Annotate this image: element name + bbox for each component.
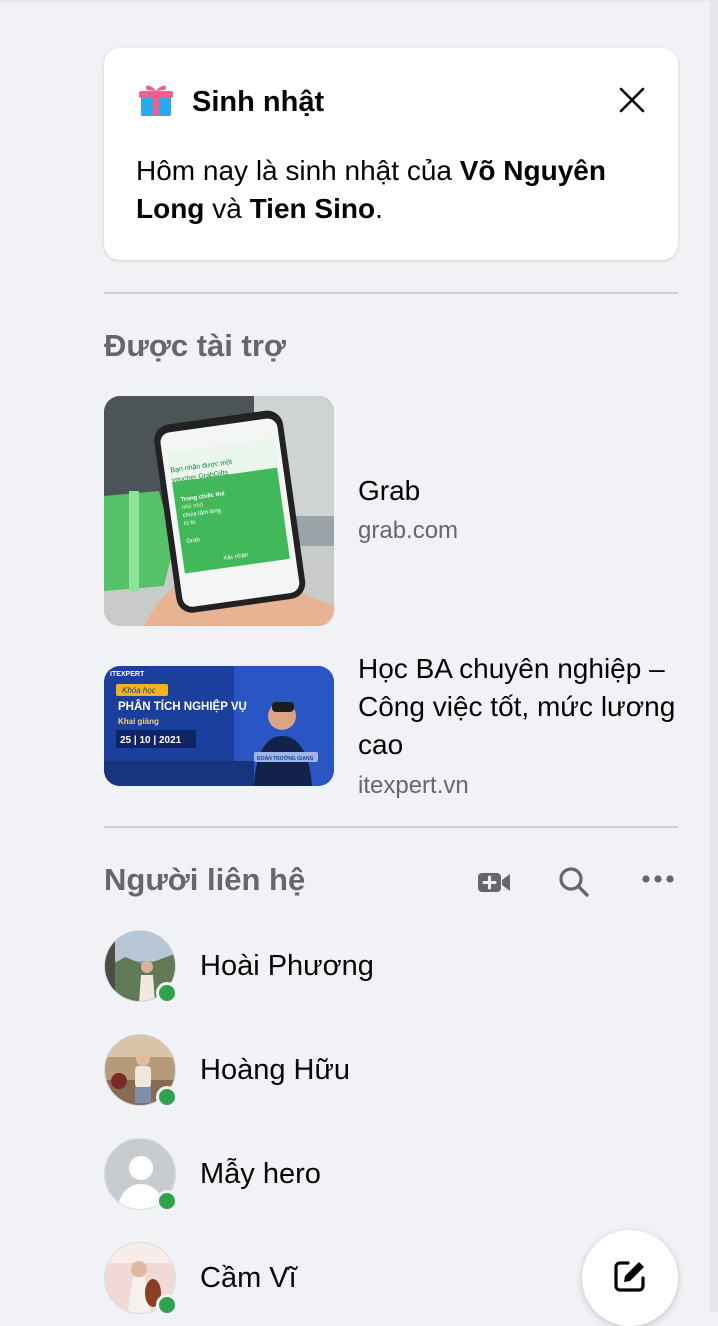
online-status-dot [156,1086,178,1108]
birthday-card: Sinh nhật Hôm nay là sinh nhật của Võ Ng… [104,48,678,260]
contact-name: Mẫy hero [200,1158,321,1190]
itexpert-start: Khai giảng [118,717,159,726]
contact-name: Hoài Phương [200,950,374,982]
contact-item[interactable]: Hoài Phương [104,930,678,1010]
sponsored-heading: Được tài trợ [104,328,286,363]
online-status-dot [156,1294,178,1316]
itexpert-speaker: ĐOÀN TRƯỜNG GIANG [257,754,314,762]
new-message-icon [614,1261,645,1292]
itexpert-course-tag: Khóa học [122,686,156,695]
ad-domain: grab.com [358,517,459,544]
close-icon[interactable] [616,84,648,116]
birthday-person-2[interactable]: Tien Sino [250,193,376,224]
top-edge [0,0,718,3]
scrollbar-track[interactable] [710,0,718,1312]
section-divider [104,826,678,828]
sponsored-ad-grab[interactable]: Bạn nhận được một voucher GrabGifts Tron… [104,396,678,626]
birthday-message: Hôm nay là sinh nhật của Võ Nguyên Long … [136,152,656,228]
ad-domain: itexpert.vn [358,772,469,799]
birthday-title: Sinh nhật [192,86,325,118]
ad-image-itexpert[interactable]: ITEXPERT Khóa học PHÂN TÍCH NGHIỆP VỤ Kh… [104,666,334,786]
grab-ad-image: Bạn nhận được một voucher GrabGifts Tron… [104,396,334,626]
contact-item[interactable]: Mẫy hero [104,1138,678,1218]
birthday-text-prefix: Hôm nay là sinh nhật của [136,155,460,186]
ad-title[interactable]: Grab [358,472,420,510]
itexpert-logo: ITEXPERT [110,671,145,678]
ad-image-grab[interactable]: Bạn nhận được một voucher GrabGifts Tron… [104,396,334,626]
contact-item[interactable]: Hoàng Hữu [104,1034,678,1114]
contacts-heading: Người liên hệ [104,862,306,897]
itexpert-ad-image: ITEXPERT Khóa học PHÂN TÍCH NGHIỆP VỤ Kh… [104,666,334,786]
itexpert-course-name: PHÂN TÍCH NGHIỆP VỤ [118,700,247,713]
online-status-dot [156,982,178,1004]
itexpert-date: 25 | 10 | 2021 [120,735,182,746]
new-room-video-icon[interactable] [474,862,514,902]
ad-title[interactable]: Học BA chuyên nghiệp – Công việc tốt, mứ… [358,650,688,764]
contact-name: Cầm Vĩ [200,1262,297,1294]
birthday-connector: và [204,193,250,224]
search-icon[interactable] [554,862,594,902]
online-status-dot [156,1190,178,1212]
birthday-suffix: . [375,193,383,224]
section-divider [104,292,678,294]
sponsored-ad-itexpert[interactable]: ITEXPERT Khóa học PHÂN TÍCH NGHIỆP VỤ Kh… [104,650,678,800]
gift-icon [139,85,173,116]
more-options-icon[interactable] [638,862,678,902]
contact-name: Hoàng Hữu [200,1054,350,1086]
